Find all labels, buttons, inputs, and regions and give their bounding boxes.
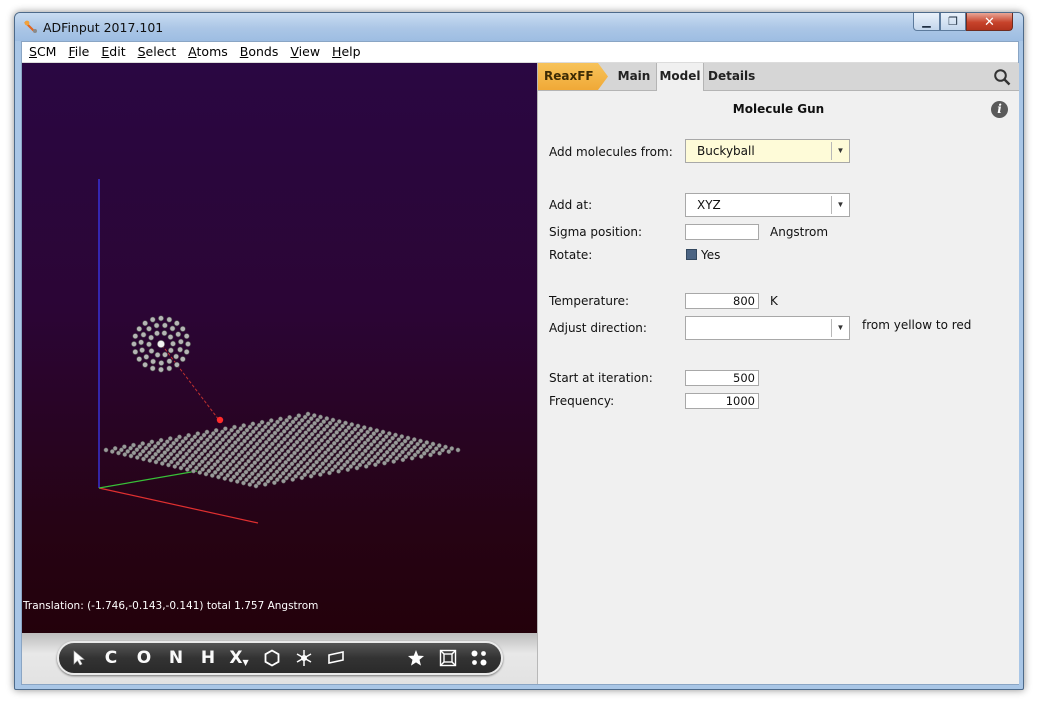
graphene-slab[interactable] (103, 411, 461, 489)
menu-file-label: ile (74, 44, 90, 59)
start-iteration-input[interactable]: 500 (685, 370, 759, 386)
adjust-direction-note: from yellow to red (862, 318, 972, 332)
app-window: ADFinput 2017.101 ▁ ❐ ✕ SCM File Edit Se… (14, 12, 1024, 690)
parallelogram-icon[interactable] (324, 647, 348, 669)
restore-icon: ❐ (948, 16, 958, 28)
menu-edit-label: dit (109, 44, 126, 59)
add-at-value: XYZ (697, 198, 721, 212)
menu-select[interactable]: Select (132, 42, 183, 62)
add-at-select[interactable]: XYZ ▼ (685, 193, 850, 217)
add-at-label: Add at: (549, 198, 593, 212)
temperature-unit: K (770, 294, 778, 308)
translation-readout: Translation: (-1.746,-0.143,-0.141) tota… (23, 600, 319, 612)
menu-file[interactable]: File (62, 42, 95, 62)
title-bar[interactable]: ADFinput 2017.101 ▁ ❐ ✕ (15, 13, 1023, 41)
add-from-label: Add molecules from: (549, 145, 673, 159)
menu-view-mnemonic: V (290, 44, 299, 59)
rotate-checkbox[interactable] (686, 249, 697, 260)
minimize-icon: ▁ (922, 16, 931, 28)
snowflake-icon[interactable] (292, 647, 316, 669)
adjust-direction-label: Adjust direction: (549, 321, 647, 335)
dropdown-triangle-icon: ▼ (242, 657, 249, 667)
sigma-label: Sigma position: (549, 225, 642, 239)
atom-toolbar: C O N H X ▼ (57, 641, 503, 675)
temperature-label: Temperature: (549, 294, 630, 308)
carbon-button[interactable]: C (99, 647, 123, 669)
x-axis (98, 487, 259, 524)
menu-help-label: elp (341, 44, 361, 59)
oxygen-button[interactable]: O (132, 647, 156, 669)
chevron-down-icon[interactable]: ▼ (831, 142, 849, 160)
other-element-label: X (229, 648, 243, 668)
menu-edit[interactable]: Edit (95, 42, 131, 62)
window-title: ADFinput 2017.101 (43, 20, 164, 35)
menu-view[interactable]: View (284, 42, 326, 62)
molecule-dots-icon[interactable] (467, 647, 491, 669)
temperature-input[interactable]: 800 (685, 293, 759, 309)
menu-help[interactable]: Help (326, 42, 367, 62)
shot-direction-line (161, 344, 220, 421)
adjust-direction-select[interactable]: ▼ (685, 316, 850, 340)
menu-scm-mnemonic: S (29, 44, 37, 59)
sigma-unit: Angstrom (770, 225, 829, 239)
hexagon-ring-icon[interactable] (260, 647, 284, 669)
rotate-label: Rotate: (549, 248, 593, 262)
star-icon[interactable] (404, 647, 428, 669)
tab-reaxff[interactable]: ReaxFF (538, 63, 608, 90)
menu-select-label: elect (145, 44, 177, 59)
chevron-down-icon[interactable]: ▼ (831, 319, 849, 337)
select-arrow-icon[interactable] (67, 647, 91, 669)
menu-view-label: iew (298, 44, 321, 59)
other-element-button[interactable]: X ▼ (226, 647, 252, 669)
panel-title: Molecule Gun (732, 102, 825, 116)
start-iteration-label: Start at iteration: (549, 371, 653, 385)
menu-scm[interactable]: SCM (22, 42, 62, 62)
frequency-input[interactable]: 1000 (685, 393, 759, 409)
nitrogen-button[interactable]: N (164, 647, 188, 669)
menu-atoms-mnemonic: A (188, 44, 197, 59)
sigma-input[interactable] (685, 224, 759, 240)
settings-panel: ReaxFF Main Model Details Molecule Gun i… (537, 63, 1019, 684)
target-atom[interactable] (216, 416, 224, 424)
menu-bonds[interactable]: Bonds (234, 42, 285, 62)
minimize-button[interactable]: ▁ (913, 13, 940, 31)
add-from-select[interactable]: Buckyball ▼ (685, 139, 850, 163)
buckyball-molecule[interactable] (131, 315, 191, 373)
rotate-checkbox-label[interactable]: Yes (701, 248, 720, 262)
tab-details[interactable]: Details (708, 63, 758, 90)
info-icon[interactable]: i (991, 101, 1008, 118)
maximize-button[interactable]: ❐ (940, 13, 966, 31)
menu-scm-label: CM (36, 44, 57, 59)
adf-app-icon (24, 20, 37, 33)
menu-bonds-label: onds (248, 44, 279, 59)
molecule-scene[interactable] (22, 63, 537, 633)
search-icon[interactable] (993, 68, 1011, 86)
tab-main[interactable]: Main (612, 63, 656, 90)
close-button[interactable]: ✕ (966, 13, 1013, 31)
menu-atoms[interactable]: Atoms (182, 42, 234, 62)
tab-model[interactable]: Model (656, 63, 704, 91)
molecule-viewer[interactable]: Translation: (-1.746,-0.143,-0.141) tota… (22, 63, 537, 684)
menu-select-mnemonic: S (137, 44, 146, 59)
menu-bar: SCM File Edit Select Atoms Bonds View He… (22, 42, 1018, 63)
y-axis (98, 470, 198, 489)
add-from-value: Buckyball (697, 144, 755, 158)
menu-atoms-label: toms (196, 44, 228, 59)
client-area: SCM File Edit Select Atoms Bonds View He… (21, 41, 1019, 685)
frequency-label: Frequency: (549, 394, 615, 408)
chevron-down-icon[interactable]: ▼ (831, 196, 849, 214)
hydrogen-button[interactable]: H (196, 647, 220, 669)
cube-frame-icon[interactable] (436, 647, 460, 669)
close-icon: ✕ (984, 13, 995, 29)
tab-bar: ReaxFF Main Model Details (538, 63, 1019, 91)
